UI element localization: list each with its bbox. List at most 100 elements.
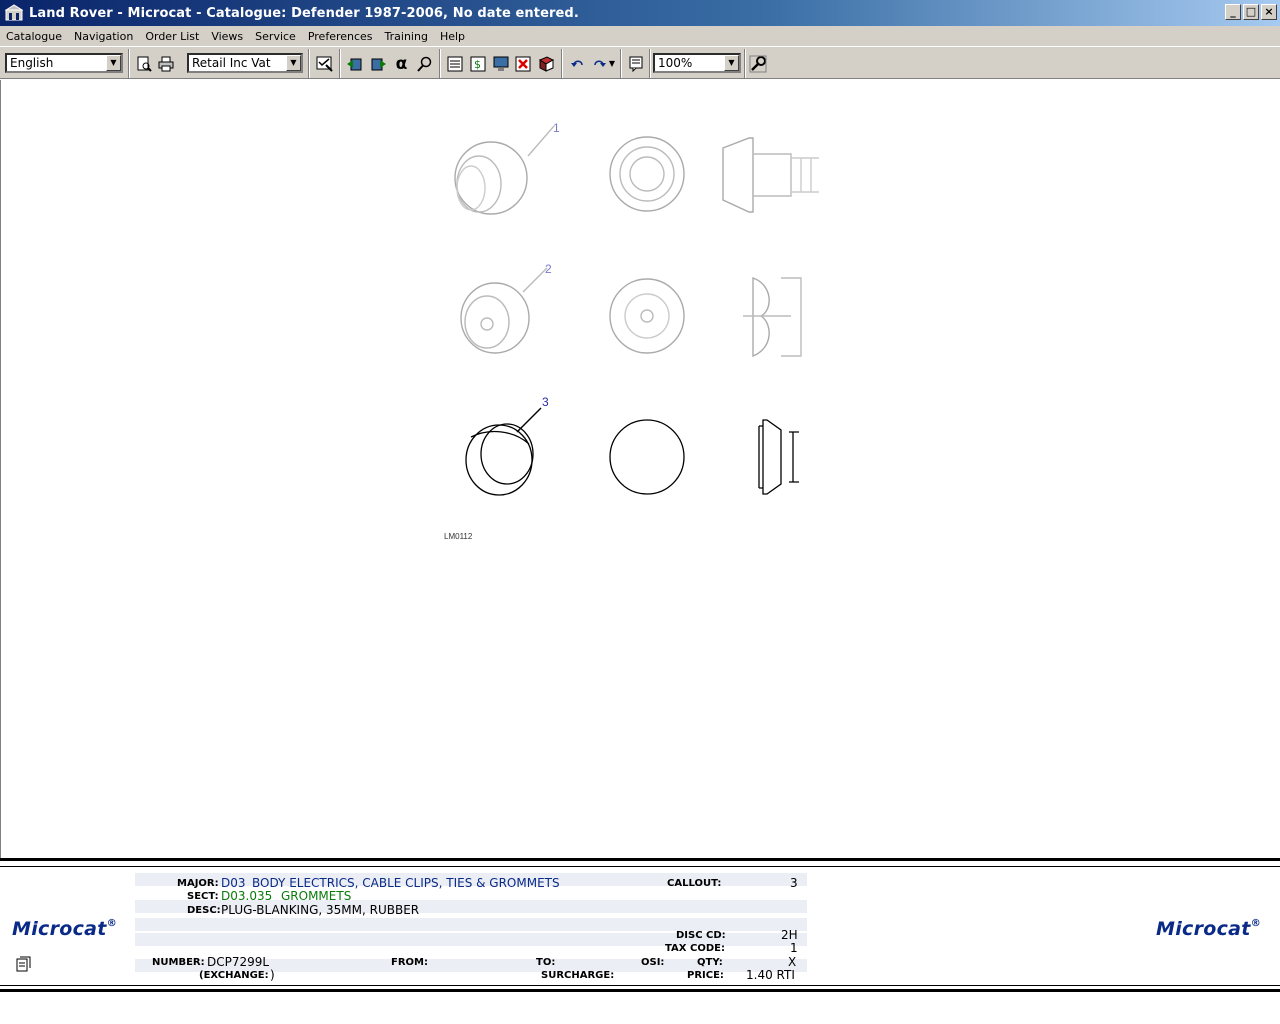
zoom-select[interactable]: 100% ▼ [653, 53, 741, 73]
part-number[interactable]: DCP7299L [207, 955, 269, 969]
toolbar-separator [439, 49, 441, 78]
part-2-side-view[interactable] [743, 277, 802, 358]
part-1-perspective[interactable] [454, 141, 528, 215]
disc-label: DISC CD: [676, 930, 726, 941]
part-3-perspective[interactable] [465, 423, 534, 496]
undo-icon [570, 60, 583, 67]
disc-value: 2H [781, 928, 798, 942]
list-icon [447, 56, 462, 71]
notes-button[interactable] [625, 53, 646, 74]
note-icon [16, 956, 31, 972]
menu-service[interactable]: Service [249, 30, 302, 43]
drawing-reference: LM0112 [444, 532, 473, 541]
chevron-down-icon: ▼ [106, 55, 121, 71]
part-1-front-view[interactable] [609, 136, 685, 212]
callout-3[interactable]: 3 [542, 395, 549, 409]
number-label: NUMBER: [152, 957, 205, 968]
desc-label: DESC: [187, 905, 221, 916]
menu-order-list[interactable]: Order List [139, 30, 205, 43]
zoom-value: 100% [658, 56, 693, 70]
manual-button[interactable] [535, 53, 556, 74]
part-3-front-view[interactable] [609, 419, 685, 495]
svg-text:$: $ [474, 58, 481, 71]
brand-logo-left: Microcat® [12, 918, 117, 940]
tax-label: TAX CODE: [665, 943, 725, 954]
menu-navigation[interactable]: Navigation [68, 30, 139, 43]
toolbar-separator [128, 49, 130, 78]
redo-dropdown-button[interactable]: ▼ [606, 53, 618, 74]
tools-button[interactable] [747, 53, 768, 74]
illustration-canvas: 1 2 3 LM0112 [0, 80, 1280, 858]
checklist-icon [316, 56, 333, 72]
part-1-side-view[interactable] [722, 137, 819, 213]
dollar-icon: $ [470, 56, 485, 71]
part-2-front-view[interactable] [609, 278, 685, 354]
part-3-side-view[interactable] [758, 419, 799, 495]
print-preview-icon [137, 56, 152, 72]
toolbar-separator [339, 49, 341, 78]
section-row: SECT: D03.035 GROMMETS [135, 890, 807, 900]
toolbar: English ▼ Retail Inc Vat ▼ α $ ▼ 100% ▼ [0, 46, 1280, 79]
major-label: MAJOR: [177, 878, 219, 889]
sect-description[interactable]: GROMMETS [281, 890, 351, 900]
toolbar-separator [744, 49, 746, 78]
callout-2[interactable]: 2 [545, 262, 552, 276]
divider [0, 985, 1280, 986]
monitor-icon [493, 56, 508, 71]
app-icon [5, 4, 23, 21]
toolbar-separator [620, 49, 622, 78]
navigate-back-button[interactable] [344, 53, 365, 74]
to-label: TO: [536, 957, 556, 968]
menu-training[interactable]: Training [379, 30, 434, 43]
menu-preferences[interactable]: Preferences [302, 30, 379, 43]
price-mode-select[interactable]: Retail Inc Vat ▼ [187, 53, 303, 73]
menu-help[interactable]: Help [434, 30, 471, 43]
toolbar-separator [308, 49, 310, 78]
callout-label: CALLOUT: [667, 878, 722, 889]
qty-value[interactable]: X [788, 955, 796, 969]
parts-list-button[interactable] [444, 53, 465, 74]
tax-value: 1 [790, 941, 798, 955]
minimize-button[interactable]: _ [1225, 4, 1241, 20]
chevron-down-icon: ▼ [724, 55, 739, 71]
surcharge-label: SURCHARGE: [541, 970, 615, 981]
part-info-panel: Microcat® Microcat® MAJOR: D03 BODY ELEC… [0, 858, 1280, 992]
title-bar: Land Rover - Microcat - Catalogue: Defen… [0, 0, 1280, 26]
language-value: English [10, 56, 54, 70]
notes-icon [629, 56, 642, 72]
alpha-icon: α [395, 53, 408, 74]
close-button[interactable]: × [1261, 4, 1277, 20]
major-code: D03 [221, 876, 246, 890]
alpha-search-button[interactable]: α [391, 53, 412, 74]
language-select[interactable]: English ▼ [5, 53, 123, 73]
qty-label: QTY: [697, 957, 723, 968]
sect-label: SECT: [187, 891, 219, 900]
menu-catalogue[interactable]: Catalogue [0, 30, 68, 43]
from-label: FROM: [391, 957, 428, 968]
major-description[interactable]: BODY ELECTRICS, CABLE CLIPS, TIES & GROM… [252, 876, 560, 890]
select-vehicle-button[interactable] [314, 53, 335, 74]
magnifier-icon [416, 56, 431, 72]
redo-icon [593, 60, 606, 67]
part-2-perspective[interactable] [460, 282, 530, 354]
find-button[interactable] [414, 53, 435, 74]
print-preview-button[interactable] [133, 53, 154, 74]
callout-1[interactable]: 1 [553, 121, 560, 135]
maximize-button[interactable]: □ [1243, 4, 1259, 20]
book-arrow-icon [371, 58, 386, 70]
price-label: PRICE: [687, 970, 724, 981]
display-button[interactable] [490, 53, 511, 74]
menu-bar: Catalogue Navigation Order List Views Se… [0, 26, 1280, 46]
status-bar [0, 992, 1280, 1024]
notes-toggle[interactable] [15, 955, 33, 973]
menu-views[interactable]: Views [205, 30, 249, 43]
divider [0, 866, 1280, 867]
navigate-forward-button[interactable] [367, 53, 388, 74]
clear-button[interactable] [512, 53, 533, 74]
undo-button[interactable] [567, 53, 588, 74]
toolbar-separator [649, 49, 651, 78]
exchange-value: ) [270, 968, 275, 982]
pricing-button[interactable]: $ [467, 53, 488, 74]
wrench-icon [749, 55, 766, 72]
print-button[interactable] [155, 53, 176, 74]
